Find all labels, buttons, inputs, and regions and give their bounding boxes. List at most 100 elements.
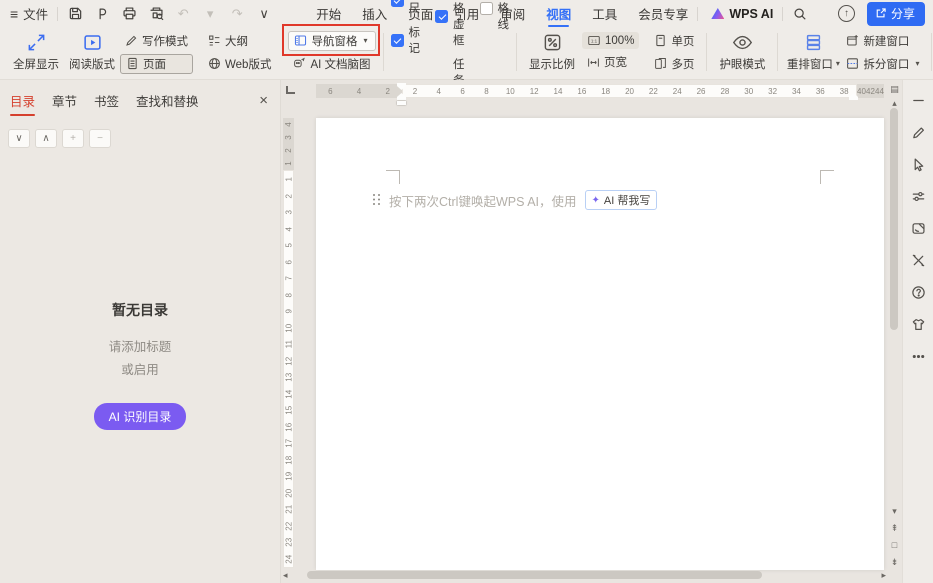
adjust-sliders-icon[interactable] — [910, 188, 927, 205]
help-icon[interactable] — [910, 284, 927, 301]
scroll-right-icon[interactable]: ▸ — [881, 570, 886, 581]
left-indent-marker[interactable] — [397, 101, 406, 105]
fullscreen-button[interactable]: 全屏显示 — [8, 33, 64, 72]
titlebar: ≡ 文件 ↶▾↷∨ 开始插入页面引用审阅视图工具会员专享 WPS AI ↑ 分享 — [0, 0, 933, 27]
unchecked-checkbox-icon[interactable] — [480, 2, 493, 15]
print-icon[interactable] — [121, 6, 137, 22]
ai-mindmap-button[interactable]: AI 文档脑图 — [288, 54, 375, 74]
checked-checkbox-icon[interactable] — [391, 34, 404, 47]
select-cursor-icon[interactable] — [910, 156, 927, 173]
edit-pen-icon[interactable] — [910, 124, 927, 141]
page-view-button[interactable]: 页面 — [120, 54, 193, 74]
split-window-button[interactable]: 拆分窗口 ▾ — [841, 54, 924, 74]
plus-icon[interactable]: + — [62, 129, 84, 148]
sidebar-tab-find-replace[interactable]: 查找和替换 — [136, 91, 199, 116]
export-pdf-icon[interactable] — [94, 6, 110, 22]
eye-protection-button[interactable]: 护眼模式 — [714, 33, 770, 72]
ai-recognize-toc-button[interactable]: AI 识别目录 — [94, 403, 187, 430]
web-layout-icon — [208, 57, 221, 70]
horizontal-scrollbar[interactable]: ◂ ▸ — [283, 570, 886, 581]
previous-page-icon[interactable]: ⇞ — [891, 521, 899, 535]
navigation-pane-button[interactable]: 导航窗格 ▾ — [288, 31, 375, 51]
chevron-down-icon[interactable]: ∨ — [8, 129, 30, 148]
reading-layout-button[interactable]: 阅读版式 — [64, 33, 120, 72]
sidebar-tab-toc[interactable]: 目录 — [10, 91, 35, 116]
menu-tab-home[interactable]: 开始 — [316, 0, 341, 27]
close-icon[interactable]: × — [259, 92, 268, 115]
outline-button[interactable]: 大纲 — [203, 31, 276, 51]
share-arrow-icon — [875, 7, 887, 19]
new-window-button[interactable]: 新建窗口 — [841, 31, 924, 51]
share-button[interactable]: 分享 — [867, 2, 925, 26]
checkbox-marks[interactable]: 标记 — [391, 24, 421, 56]
file-menu-button[interactable]: ≡ 文件 — [10, 4, 48, 23]
collapse-icon[interactable] — [910, 92, 927, 109]
menu-tab-view[interactable]: 视图 — [546, 0, 571, 27]
next-page-icon[interactable]: ⇟ — [891, 555, 899, 569]
navigation-sidebar: 目录章节书签查找和替换 × ∨ ∧ +− 暂无目录 请添加标题 或启用 AI 识别目录 — [0, 80, 281, 583]
undo-menu-chevron-icon: ▾ — [202, 6, 218, 22]
rearrange-windows-button[interactable]: 重排窗口▾ — [785, 33, 841, 72]
single-page-button[interactable]: 单页 — [649, 31, 699, 51]
search-icon[interactable] — [792, 6, 808, 22]
wps-ai-button[interactable]: WPS AI — [711, 7, 773, 21]
zoom-100-button[interactable]: 1:1 100% — [582, 32, 639, 49]
web-layout-button[interactable]: Web版式 — [203, 54, 276, 74]
upload-cloud-icon[interactable]: ↑ — [838, 5, 855, 22]
reading-layout-icon — [83, 33, 102, 52]
toc-nav-buttons: ∨ ∧ +− — [8, 129, 280, 148]
select-browse-object-icon[interactable]: □ — [892, 538, 897, 552]
ruler-toggle-icon[interactable]: ▤ — [890, 82, 899, 96]
divider — [782, 7, 783, 21]
save-icon[interactable] — [67, 6, 83, 22]
menu-tab-page[interactable]: 页面 — [408, 0, 433, 27]
single-page-icon — [654, 34, 667, 47]
sidebar-tab-bookmark[interactable]: 书签 — [94, 91, 119, 116]
print-preview-icon[interactable] — [148, 6, 164, 22]
customize-toolbar-chevron-icon[interactable]: ∨ — [256, 6, 272, 22]
minus-icon[interactable]: − — [89, 129, 111, 148]
writing-mode-button[interactable]: 写作模式 — [120, 31, 193, 51]
vertical-ruler[interactable]: 4321 12345678910111213141516171819202122… — [283, 104, 296, 567]
menu-tab-insert[interactable]: 插入 — [362, 0, 387, 27]
document-page[interactable]: 按下两次Ctrl键唤起WPS AI，使用 ✦ AI 帮我写 — [316, 118, 884, 570]
menu-tab-reference[interactable]: 引用 — [454, 0, 479, 27]
empty-line2: 或启用 — [0, 359, 280, 382]
group-divider — [931, 33, 932, 71]
outline-icon — [208, 34, 221, 47]
sticker-icon[interactable] — [910, 220, 927, 237]
checked-checkbox-icon[interactable] — [435, 10, 448, 23]
toc-empty-state: 暂无目录 请添加标题 或启用 AI 识别目录 — [0, 300, 280, 430]
page-width-button[interactable]: 页宽 — [582, 52, 639, 72]
right-tool-rail — [902, 80, 933, 583]
share-label: 分享 — [891, 5, 915, 22]
vertical-scrollbar[interactable]: ▤ ▴ ▾ ⇞ □ ⇟ — [888, 82, 901, 569]
skin-icon[interactable] — [910, 316, 927, 333]
ai-mindmap-icon — [293, 57, 306, 70]
scroll-down-icon[interactable]: ▾ — [892, 504, 897, 518]
ribbon-toolbar: 全屏显示 阅读版式 写作模式 页面 大纲 Web版式 — [0, 27, 933, 80]
divider — [697, 7, 698, 21]
sidebar-tab-bar: 目录章节书签查找和替换 × — [0, 80, 280, 116]
zoom-ratio-button[interactable]: 显示比例 — [524, 33, 580, 72]
chevron-up-icon[interactable]: ∧ — [35, 129, 57, 148]
ai-help-write-button[interactable]: ✦ AI 帮我写 — [585, 190, 658, 210]
chevron-down-icon: ▾ — [836, 59, 840, 68]
page-width-icon — [587, 56, 600, 69]
more-icon[interactable] — [910, 348, 927, 365]
scroll-left-icon[interactable]: ◂ — [283, 570, 288, 581]
menu-tab-review[interactable]: 审阅 — [500, 0, 525, 27]
multi-page-button[interactable]: 多页 — [649, 54, 699, 74]
horizontal-scrollbar-thumb[interactable] — [307, 571, 762, 579]
checked-checkbox-icon[interactable] — [391, 0, 404, 7]
paragraph-drag-handle-icon[interactable] — [373, 194, 381, 206]
horizontal-ruler[interactable]: 642 2468101214161820222426283032343638 4… — [281, 84, 886, 100]
fullscreen-icon — [27, 33, 46, 52]
menu-tab-member[interactable]: 会员专享 — [638, 0, 688, 27]
chevron-down-icon: ▾ — [915, 59, 919, 68]
menu-tab-tools[interactable]: 工具 — [592, 0, 617, 27]
sidebar-tab-chapter[interactable]: 章节 — [52, 91, 77, 116]
page-view-icon — [126, 57, 139, 70]
quick-tools-icon[interactable] — [910, 252, 927, 269]
vertical-scrollbar-thumb[interactable] — [890, 108, 898, 330]
